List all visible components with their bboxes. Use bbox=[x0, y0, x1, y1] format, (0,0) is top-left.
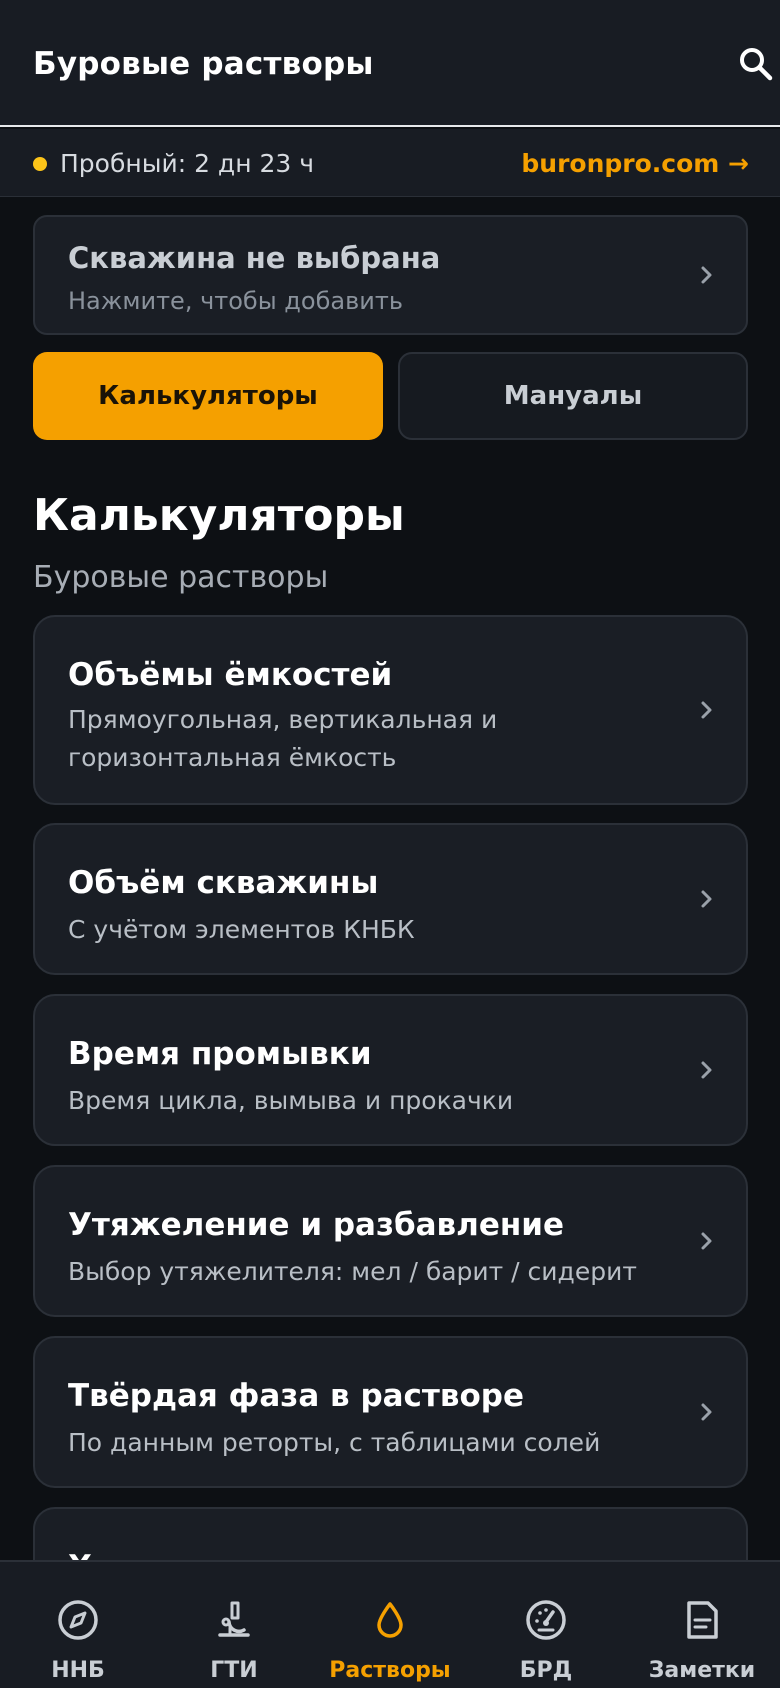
card-description: Время цикла, вымыва и прокачки bbox=[68, 1086, 514, 1115]
section-title: Калькуляторы bbox=[33, 490, 405, 541]
search-icon bbox=[740, 48, 773, 81]
card-description: С учётом элементов КНБК bbox=[68, 915, 415, 944]
gauge-icon bbox=[526, 1600, 566, 1640]
nav-item-nnb[interactable]: ННБ bbox=[0, 1562, 156, 1688]
calculator-card-solids-content[interactable]: Твёрдая фаза в растворе По данным реторт… bbox=[33, 1336, 748, 1488]
section-subtitle: Буровые растворы bbox=[33, 560, 329, 595]
chevron-right-icon bbox=[701, 701, 712, 719]
nav-item-brd[interactable]: БРД bbox=[468, 1562, 624, 1688]
app-root: Буровые растворы Пробный: 2 дн 23 ч buro… bbox=[0, 0, 780, 1688]
nav-label: Растворы bbox=[329, 1658, 451, 1683]
calculator-card-weighting-dilution[interactable]: Утяжеление и разбавление Выбор утяжелите… bbox=[33, 1165, 748, 1317]
compass-icon bbox=[58, 1600, 98, 1640]
tab-calculators[interactable]: Калькуляторы bbox=[33, 352, 383, 440]
nav-item-fluids[interactable]: Растворы bbox=[312, 1562, 468, 1688]
card-description: Выбор утяжелителя: мел / барит / сидерит bbox=[68, 1257, 637, 1286]
nav-label: ГТИ bbox=[210, 1658, 258, 1683]
card-description: По данным реторты, с таблицами солей bbox=[68, 1428, 601, 1457]
droplet-icon bbox=[377, 1602, 403, 1638]
well-subtitle: Нажмите, чтобы добавить bbox=[68, 287, 403, 315]
calculator-card-well-volume[interactable]: Объём скважины С учётом элементов КНБК bbox=[33, 823, 748, 975]
page-title: Буровые растворы bbox=[33, 46, 374, 82]
chevron-right-icon bbox=[701, 1061, 712, 1079]
nav-item-notes[interactable]: Заметки bbox=[624, 1562, 780, 1688]
card-description: Прямоугольная, вертикальная и горизонтал… bbox=[68, 705, 498, 772]
search-button[interactable] bbox=[736, 44, 776, 84]
calculator-card-circulation-time[interactable]: Время промывки Время цикла, вымыва и про… bbox=[33, 994, 748, 1146]
nav-item-gti[interactable]: ГТИ bbox=[156, 1562, 312, 1688]
nav-label: ННБ bbox=[51, 1658, 105, 1683]
microscope-icon bbox=[218, 1601, 250, 1637]
well-selector-card[interactable]: Скважина не выбрана Нажмите, чтобы добав… bbox=[33, 215, 748, 335]
chevron-right-icon bbox=[701, 1403, 712, 1421]
card-title: Твёрдая фаза в растворе bbox=[68, 1378, 525, 1414]
nav-label: Заметки bbox=[648, 1658, 756, 1683]
card-title: Время промывки bbox=[68, 1036, 372, 1072]
bottom-navigation: ННБ ГТИ Растворы БРД Заметки bbox=[0, 1560, 780, 1688]
calculator-card-tank-volumes[interactable]: Объёмы ёмкостей Прямоугольная, вертикаль… bbox=[33, 615, 748, 805]
chevron-right-icon bbox=[701, 1232, 712, 1250]
card-title: Утяжеление и разбавление bbox=[68, 1207, 565, 1243]
trial-remaining-text: Пробный: 2 дн 23 ч bbox=[60, 149, 315, 178]
chevron-right-icon bbox=[701, 890, 712, 908]
nav-label: БРД bbox=[519, 1658, 573, 1683]
trial-status-dot bbox=[33, 157, 47, 171]
well-title: Скважина не выбрана bbox=[68, 241, 441, 275]
note-icon bbox=[687, 1601, 718, 1639]
card-title: Объёмы ёмкостей bbox=[68, 657, 393, 693]
tab-manuals[interactable]: Мануалы bbox=[398, 352, 748, 440]
chevron-right-icon bbox=[701, 266, 712, 284]
website-link[interactable]: buronpro.com → bbox=[521, 149, 749, 178]
top-app-bar: Буровые растворы bbox=[0, 0, 780, 127]
card-title: Объём скважины bbox=[68, 865, 379, 901]
